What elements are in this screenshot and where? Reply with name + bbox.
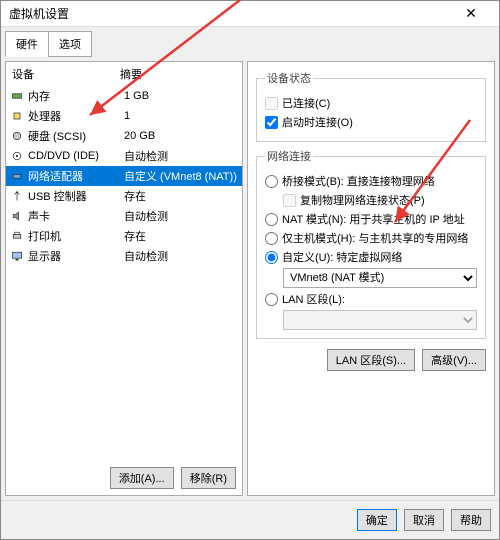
hw-name: 网络适配器 xyxy=(28,168,124,184)
add-button[interactable]: 添加(A)... xyxy=(110,467,174,489)
hardware-header: 设备 摘要 xyxy=(6,62,242,86)
memory-icon xyxy=(10,89,24,103)
dialog-title: 虚拟机设置 xyxy=(9,5,451,22)
usb-icon xyxy=(10,189,24,203)
hardware-row-printer[interactable]: 打印机存在 xyxy=(6,226,242,246)
hardware-row-usb[interactable]: USB 控制器存在 xyxy=(6,186,242,206)
cpu-icon xyxy=(10,109,24,123)
connected-checkbox[interactable]: 已连接(C) xyxy=(265,95,477,111)
device-status-legend: 设备状态 xyxy=(265,70,313,86)
dialog-footer: 确定 取消 帮助 xyxy=(1,500,499,539)
disk-icon xyxy=(10,129,24,143)
ok-button[interactable]: 确定 xyxy=(357,509,397,531)
hardware-row-net[interactable]: 网络适配器自定义 (VMnet8 (NAT)) xyxy=(6,166,242,186)
hw-name: USB 控制器 xyxy=(28,188,124,204)
hw-summary: 自定义 (VMnet8 (NAT)) xyxy=(124,168,238,184)
tab-options[interactable]: 选项 xyxy=(48,31,92,57)
hardware-panel: 设备 摘要 内存1 GB处理器1硬盘 (SCSI)20 GBCD/DVD (ID… xyxy=(5,61,243,496)
sound-icon xyxy=(10,209,24,223)
device-status-group: 设备状态 已连接(C) 启动时连接(O) xyxy=(256,70,486,142)
network-legend: 网络连接 xyxy=(265,148,313,164)
custom-select-wrap: VMnet8 (NAT 模式) xyxy=(283,268,477,288)
hw-summary: 1 xyxy=(124,110,238,122)
hw-summary: 20 GB xyxy=(124,130,238,142)
hw-summary: 自动检测 xyxy=(124,248,238,264)
hw-summary: 存在 xyxy=(124,228,238,244)
col-summary: 摘要 xyxy=(120,66,142,82)
hardware-row-sound[interactable]: 声卡自动检测 xyxy=(6,206,242,226)
hw-name: 硬盘 (SCSI) xyxy=(28,128,124,144)
detail-panel: 设备状态 已连接(C) 启动时连接(O) 网络连接 桥接模式(B): 直接连接物… xyxy=(247,61,495,496)
printer-icon xyxy=(10,229,24,243)
hw-summary: 自动检测 xyxy=(124,148,238,164)
hw-summary: 自动检测 xyxy=(124,208,238,224)
col-device: 设备 xyxy=(12,66,120,82)
tab-bar: 硬件 选项 xyxy=(1,27,499,57)
network-group: 网络连接 桥接模式(B): 直接连接物理网络 复制物理网络连接状态(P) NAT… xyxy=(256,148,486,339)
remove-button[interactable]: 移除(R) xyxy=(181,467,236,489)
hardware-row-cpu[interactable]: 处理器1 xyxy=(6,106,242,126)
lan-select-wrap xyxy=(283,310,477,330)
display-icon xyxy=(10,249,24,263)
cancel-button[interactable]: 取消 xyxy=(404,509,444,531)
tab-hardware[interactable]: 硬件 xyxy=(5,31,49,57)
hostonly-radio[interactable]: 仅主机模式(H): 与主机共享的专用网络 xyxy=(265,230,477,246)
hw-name: 打印机 xyxy=(28,228,124,244)
advanced-button[interactable]: 高级(V)... xyxy=(422,349,486,371)
hardware-buttons: 添加(A)... 移除(R) xyxy=(6,461,242,495)
close-icon[interactable]: ✕ xyxy=(451,5,491,22)
content-area: 设备 摘要 内存1 GB处理器1硬盘 (SCSI)20 GBCD/DVD (ID… xyxy=(1,57,499,500)
hardware-row-display[interactable]: 显示器自动检测 xyxy=(6,246,242,266)
hw-name: CD/DVD (IDE) xyxy=(28,150,124,162)
connect-power-checkbox[interactable]: 启动时连接(O) xyxy=(265,114,477,130)
cd-icon xyxy=(10,149,24,163)
lan-segments-button[interactable]: LAN 区段(S)... xyxy=(327,349,415,371)
hardware-row-memory[interactable]: 内存1 GB xyxy=(6,86,242,106)
net-icon xyxy=(10,169,24,183)
hw-name: 内存 xyxy=(28,88,124,104)
hardware-list[interactable]: 内存1 GB处理器1硬盘 (SCSI)20 GBCD/DVD (IDE)自动检测… xyxy=(6,86,242,461)
hardware-row-disk[interactable]: 硬盘 (SCSI)20 GB xyxy=(6,126,242,146)
custom-network-select[interactable]: VMnet8 (NAT 模式) xyxy=(283,268,477,288)
hardware-row-cd[interactable]: CD/DVD (IDE)自动检测 xyxy=(6,146,242,166)
help-button[interactable]: 帮助 xyxy=(451,509,491,531)
custom-radio[interactable]: 自定义(U): 特定虚拟网络 xyxy=(265,249,477,265)
lan-radio[interactable]: LAN 区段(L): xyxy=(265,291,477,307)
nat-radio[interactable]: NAT 模式(N): 用于共享主机的 IP 地址 xyxy=(265,211,477,227)
hw-summary: 1 GB xyxy=(124,90,238,102)
bridged-radio[interactable]: 桥接模式(B): 直接连接物理网络 xyxy=(265,173,477,189)
lan-segment-select[interactable] xyxy=(283,310,477,330)
vm-settings-dialog: 虚拟机设置 ✕ 硬件 选项 设备 摘要 内存1 GB处理器1硬盘 (SCSI)2… xyxy=(0,0,500,540)
titlebar: 虚拟机设置 ✕ xyxy=(1,1,499,27)
hw-summary: 存在 xyxy=(124,188,238,204)
hw-name: 显示器 xyxy=(28,248,124,264)
hw-name: 声卡 xyxy=(28,208,124,224)
replicate-checkbox[interactable]: 复制物理网络连接状态(P) xyxy=(283,192,477,208)
advanced-buttons: LAN 区段(S)... 高级(V)... xyxy=(256,349,486,371)
hw-name: 处理器 xyxy=(28,108,124,124)
